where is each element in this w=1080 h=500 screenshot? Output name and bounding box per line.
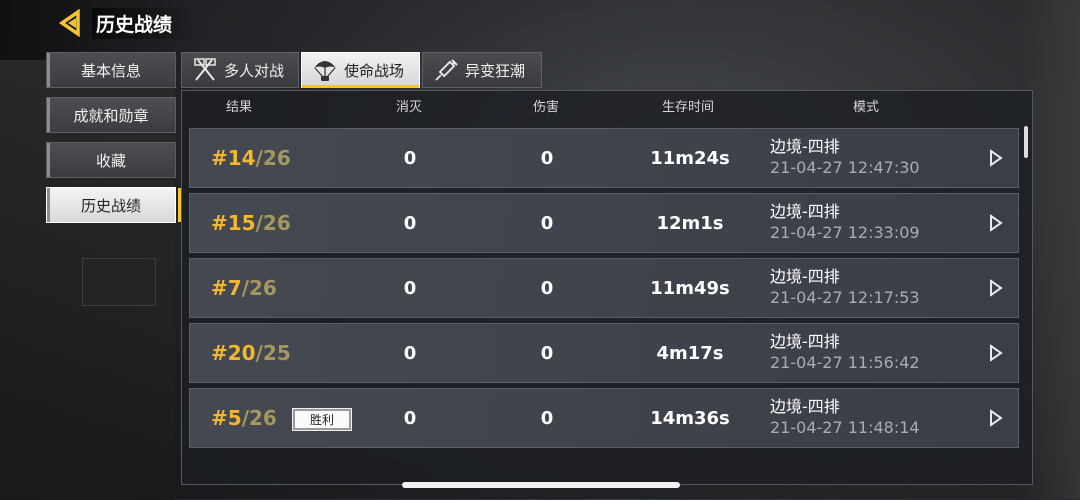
sidebar-item-match-history[interactable]: 历史战绩 bbox=[46, 187, 181, 223]
rank-cell: #15/26 bbox=[211, 194, 291, 252]
play-arrow-icon bbox=[990, 409, 1003, 427]
play-arrow-icon bbox=[990, 344, 1003, 362]
column-header-kills: 消灭 bbox=[396, 100, 423, 115]
play-replay-button[interactable] bbox=[986, 259, 1006, 317]
survival-time-value: 4m17s bbox=[656, 342, 724, 364]
survival-time-value: 11m24s bbox=[650, 147, 730, 169]
back-arrow-icon bbox=[58, 9, 80, 37]
match-timestamp: 21-04-27 12:17:53 bbox=[770, 288, 920, 307]
scrollbar[interactable] bbox=[1024, 126, 1028, 158]
sidebar-item-label: 基本信息 bbox=[80, 61, 141, 80]
sidebar-item-label: 成就和勋章 bbox=[73, 106, 149, 125]
total-teams: /26 bbox=[255, 211, 291, 235]
parachute-icon bbox=[314, 61, 336, 81]
mode-name: 边境-四排 bbox=[770, 202, 840, 221]
placement: #14 bbox=[211, 146, 256, 170]
rank-cell: #5/26 bbox=[211, 389, 277, 447]
home-indicator[interactable] bbox=[402, 482, 680, 488]
sidebar-item-basic-info[interactable]: 基本信息 bbox=[46, 52, 176, 88]
tab-battle-royale[interactable]: 使命战场 bbox=[301, 52, 420, 88]
play-replay-button[interactable] bbox=[986, 129, 1006, 187]
match-timestamp: 21-04-27 11:56:42 bbox=[770, 353, 920, 372]
total-teams: /25 bbox=[255, 341, 291, 365]
column-header-mode: 模式 bbox=[853, 100, 880, 115]
mode-cell: 边境-四排 21-04-27 12:33:09 bbox=[770, 194, 920, 252]
table-row[interactable]: #20/25 0 0 4m17s 边境-四排 21-04-27 11:56:42 bbox=[189, 323, 1019, 383]
table-row[interactable]: #14/26 0 0 11m24s 边境-四排 21-04-27 12:47:3… bbox=[189, 128, 1019, 188]
mode-cell: 边境-四排 21-04-27 12:17:53 bbox=[770, 259, 920, 317]
back-button[interactable] bbox=[58, 9, 86, 37]
play-arrow-icon bbox=[990, 149, 1003, 167]
mode-name: 边境-四排 bbox=[770, 267, 840, 286]
rank-cell: #7/26 bbox=[211, 259, 277, 317]
survival-time-value: 14m36s bbox=[650, 407, 730, 429]
play-arrow-icon bbox=[990, 279, 1003, 297]
match-timestamp: 21-04-27 12:47:30 bbox=[770, 158, 920, 177]
survival-time-value: 11m49s bbox=[650, 277, 730, 299]
total-teams: /26 bbox=[241, 406, 277, 430]
tab-label: 异变狂潮 bbox=[465, 61, 526, 80]
survival-time-value: 12m1s bbox=[656, 212, 724, 234]
play-replay-button[interactable] bbox=[986, 389, 1006, 447]
match-timestamp: 21-04-27 11:48:14 bbox=[770, 418, 920, 437]
kills-value: 0 bbox=[403, 147, 417, 169]
mode-name: 边境-四排 bbox=[770, 332, 840, 351]
tab-label: 多人对战 bbox=[224, 61, 285, 80]
sidebar-item-label: 收藏 bbox=[95, 151, 126, 170]
mode-cell: 边境-四排 21-04-27 11:56:42 bbox=[770, 324, 920, 382]
mode-name: 边境-四排 bbox=[770, 397, 840, 416]
damage-value: 0 bbox=[540, 407, 554, 429]
victory-badge: 胜利 bbox=[292, 408, 352, 431]
placement: #5 bbox=[211, 406, 242, 430]
sidebar-item-achievements[interactable]: 成就和勋章 bbox=[46, 97, 176, 133]
placement: #15 bbox=[211, 211, 256, 235]
mode-cell: 边境-四排 21-04-27 12:47:30 bbox=[770, 129, 920, 187]
background-wall-panel bbox=[82, 258, 156, 306]
placement: #20 bbox=[211, 341, 256, 365]
table-row[interactable]: #7/26 0 0 11m49s 边境-四排 21-04-27 12:17:53 bbox=[189, 258, 1019, 318]
tab-zombie-mode[interactable]: 异变狂潮 bbox=[422, 52, 542, 88]
kills-value: 0 bbox=[403, 407, 417, 429]
header: 历史战绩 bbox=[58, 6, 203, 40]
mode-cell: 边境-四排 21-04-27 11:48:14 bbox=[770, 389, 920, 447]
sidebar-item-label: 历史战绩 bbox=[80, 196, 141, 215]
kills-value: 0 bbox=[403, 277, 417, 299]
column-header-damage: 伤害 bbox=[533, 100, 560, 115]
placement: #7 bbox=[211, 276, 242, 300]
column-header-result: 结果 bbox=[226, 100, 253, 115]
table-row[interactable]: #5/26 胜利 0 0 14m36s 边境-四排 21-04-27 11:48… bbox=[189, 388, 1019, 448]
damage-value: 0 bbox=[540, 342, 554, 364]
damage-value: 0 bbox=[540, 277, 554, 299]
column-header-survival: 生存时间 bbox=[662, 100, 715, 115]
crossed-flags-icon bbox=[194, 58, 216, 81]
total-teams: /26 bbox=[241, 276, 277, 300]
rank-cell: #14/26 bbox=[211, 129, 291, 187]
tab-multiplayer[interactable]: 多人对战 bbox=[181, 52, 299, 88]
kills-value: 0 bbox=[403, 212, 417, 234]
play-replay-button[interactable] bbox=[986, 324, 1006, 382]
table-row[interactable]: #15/26 0 0 12m1s 边境-四排 21-04-27 12:33:09 bbox=[189, 193, 1019, 253]
sidebar-item-collection[interactable]: 收藏 bbox=[46, 142, 176, 178]
kills-value: 0 bbox=[403, 342, 417, 364]
syringe-icon bbox=[435, 59, 458, 81]
rank-cell: #20/25 bbox=[211, 324, 291, 382]
play-arrow-icon bbox=[990, 214, 1003, 232]
total-teams: /26 bbox=[255, 146, 291, 170]
page-title: 历史战绩 bbox=[92, 7, 203, 39]
tab-label: 使命战场 bbox=[344, 61, 405, 80]
play-replay-button[interactable] bbox=[986, 194, 1006, 252]
mode-name: 边境-四排 bbox=[770, 137, 840, 156]
damage-value: 0 bbox=[540, 212, 554, 234]
damage-value: 0 bbox=[540, 147, 554, 169]
match-timestamp: 21-04-27 12:33:09 bbox=[770, 223, 920, 242]
